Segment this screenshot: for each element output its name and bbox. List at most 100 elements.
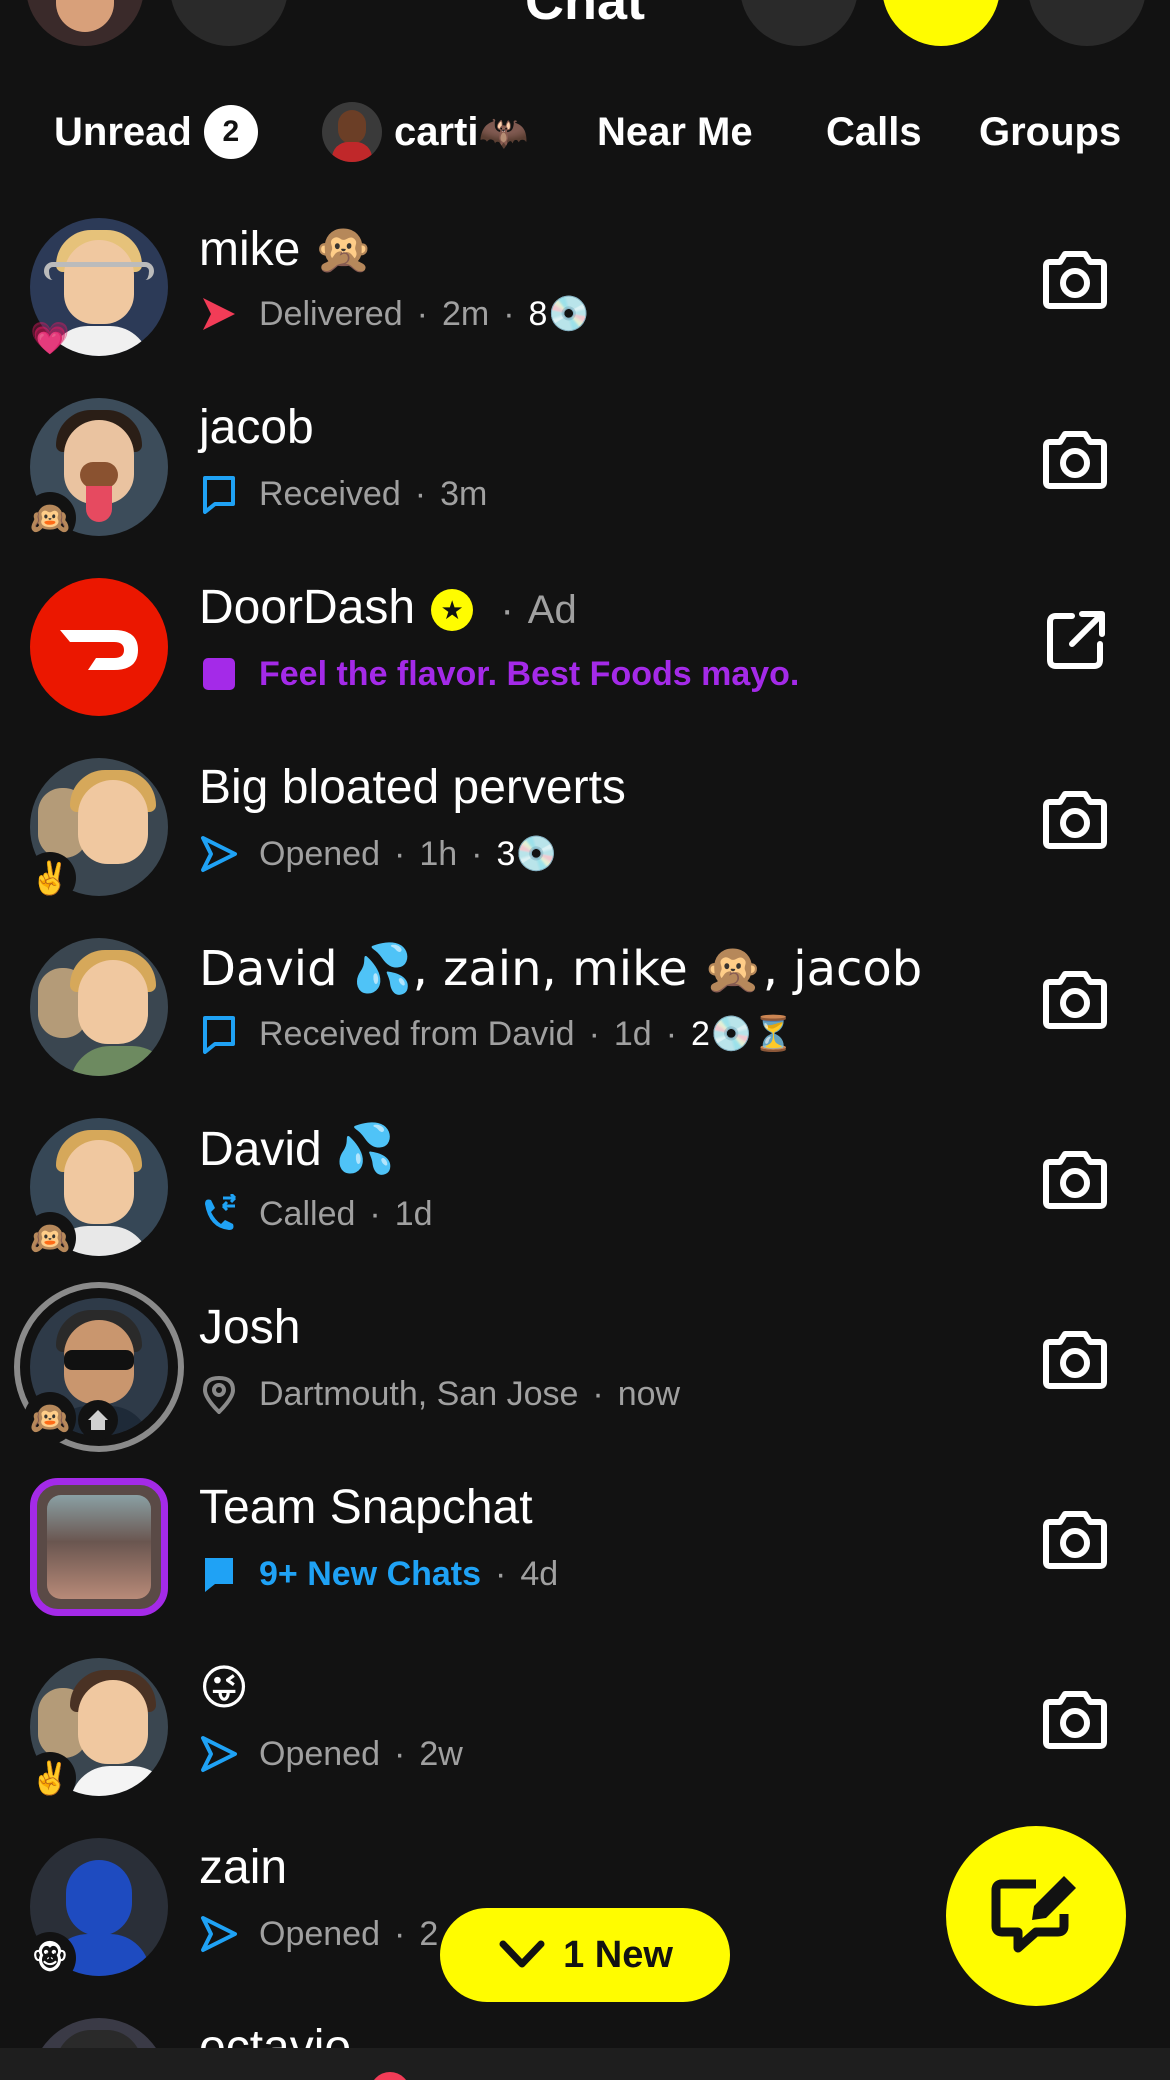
avatar[interactable]: 🙉 — [14, 1282, 184, 1452]
tab-calls[interactable]: Calls — [826, 96, 922, 168]
avatar[interactable]: ✌️ — [24, 1658, 168, 1804]
received-chat-icon — [199, 474, 239, 514]
camera-icon — [1043, 1511, 1107, 1569]
chat-name: zain — [199, 1841, 288, 1894]
chat-status: Feel the flavor. Best Foods mayo. — [199, 652, 799, 696]
new-chat-filled-icon — [199, 1554, 239, 1594]
avatar[interactable]: 💗 — [30, 218, 168, 357]
camera-reply-button[interactable] — [1040, 250, 1110, 310]
chat-status: Delivered · 2m · 8 💿 — [199, 292, 590, 336]
camera-reply-button[interactable] — [1040, 1510, 1110, 1570]
call-icon — [199, 1194, 239, 1234]
camera-icon — [1043, 1331, 1107, 1389]
avatar[interactable]: 🙉 — [24, 398, 168, 544]
opened-arrow-icon — [199, 834, 239, 874]
received-chat-icon — [199, 1014, 239, 1054]
new-pill-label: 1 New — [563, 1933, 673, 1976]
camera-reply-button[interactable] — [1040, 1690, 1110, 1750]
chat-status: Received · 3m — [199, 472, 487, 516]
tab-near-me[interactable]: Near Me — [597, 96, 753, 168]
chat-name: mike 🙊 — [199, 221, 374, 277]
camera-icon — [1043, 1691, 1107, 1749]
new-chat-button[interactable] — [946, 1826, 1126, 2006]
external-link-icon — [1047, 611, 1105, 669]
chat-filter-tabs: Unread 2 carti 🦇 Near Me Calls Groups — [0, 96, 1170, 168]
friend-emoji: 🙉 — [24, 492, 76, 544]
location-pin-icon — [199, 1374, 239, 1414]
chat-screen: Chat Unread 2 carti � — [0, 0, 1170, 2080]
chat-row-josh[interactable]: 🙉 Josh Dartmouth, San Jose · now — [0, 1270, 1170, 1452]
new-messages-pill[interactable]: 1 New — [440, 1908, 730, 2002]
chat-status: Called · 1d — [199, 1192, 433, 1236]
add-friend-button[interactable] — [882, 0, 1000, 46]
avatar[interactable] — [30, 1478, 168, 1616]
tab-carti[interactable]: carti 🦇 — [322, 96, 528, 168]
opened-arrow-icon — [199, 1914, 239, 1954]
chat-status: Opened · 2 — [199, 1912, 438, 1956]
bat-emoji: 🦇 — [478, 109, 529, 156]
chat-row-team-snapchat[interactable]: Team Snapchat 9+ New Chats · 4d — [0, 1450, 1170, 1630]
chat-row-mike[interactable]: 💗 mike 🙊 Delivered · 2m · 8 💿 — [0, 190, 1170, 370]
camera-reply-button[interactable] — [1040, 1330, 1110, 1390]
chevron-down-icon — [499, 1940, 545, 1968]
compose-icon — [991, 1876, 1076, 1953]
add-friend-icon — [882, 0, 1000, 46]
chat-status: Opened · 2w — [199, 1732, 463, 1776]
camera-reply-button[interactable] — [1040, 430, 1110, 490]
chat-row-big-bloated-perverts[interactable]: ✌️ Big bloated perverts Opened · 1h · 3 💿 — [0, 730, 1170, 910]
chat-row-david[interactable]: 🙉 David 💦 Called · 1d — [0, 1090, 1170, 1270]
chat-name: Big bloated perverts — [199, 761, 626, 814]
chat-name: David 💦 — [199, 1121, 395, 1177]
chat-row-doordash-ad[interactable]: DoorDash ★ · Ad Feel the flavor. Best Food… — [0, 550, 1170, 730]
bottom-nav-bar — [0, 2048, 1170, 2080]
chat-row-jacob[interactable]: 🙉 jacob Received · 3m — [0, 370, 1170, 550]
chat-name: Josh — [199, 1301, 301, 1354]
avatar[interactable] — [30, 578, 168, 716]
camera-icon — [1043, 431, 1107, 489]
friend-emoji: ✌️ — [24, 852, 76, 904]
ad-square-icon — [199, 654, 239, 694]
top-bar: Chat — [0, 0, 1170, 60]
unread-count-badge: 2 — [203, 105, 258, 159]
chat-row-wink-emoji[interactable]: ✌️ 😜 Opened · 2w — [0, 1630, 1170, 1810]
friend-emoji: 💗 — [30, 319, 70, 357]
notifications-button[interactable] — [740, 0, 858, 46]
chat-name: David 💦, zain, mike 🙊, jacob — [199, 941, 923, 997]
friend-emoji: 🙉 — [24, 1392, 76, 1444]
avatar[interactable]: 🙉 — [24, 1118, 168, 1264]
tab-groups[interactable]: Groups — [979, 96, 1121, 168]
chat-name: jacob — [199, 401, 314, 454]
delivered-arrow-icon — [199, 294, 239, 334]
chat-status: Received from David · 1d · 2 💿⏳ — [199, 1012, 795, 1056]
camera-icon — [1043, 1151, 1107, 1209]
chat-status: 9+ New Chats · 4d — [199, 1552, 558, 1596]
tab-label: Calls — [826, 109, 922, 154]
friend-emoji: 🐵 — [24, 1932, 76, 1984]
avatar[interactable]: 🐵 — [24, 1838, 168, 1984]
tab-label: Groups — [979, 109, 1122, 154]
doordash-logo-icon — [60, 630, 138, 670]
camera-reply-button[interactable] — [1040, 1150, 1110, 1210]
chat-row-group-david-zain-mike-jacob[interactable]: David 💦, zain, mike 🙊, jacob Received fr… — [0, 910, 1170, 1090]
friend-emoji: 🙉 — [24, 1212, 76, 1264]
verified-star-icon: ★ — [431, 589, 474, 632]
tab-label: Unread — [54, 109, 192, 154]
ad-label: Ad — [527, 588, 577, 632]
chat-name: 😜 — [199, 1660, 250, 1716]
camera-reply-button[interactable] — [1040, 790, 1110, 850]
more-options-button[interactable] — [1028, 0, 1146, 46]
avatar[interactable]: ✌️ — [24, 758, 168, 904]
avatar — [322, 102, 382, 162]
bell-icon — [740, 0, 858, 46]
story-thumbnail[interactable] — [30, 1478, 168, 1616]
tab-unread[interactable]: Unread 2 — [54, 96, 258, 168]
open-external-link-button[interactable] — [1044, 608, 1108, 672]
camera-icon — [1043, 791, 1107, 849]
friend-emoji: ✌️ — [24, 1752, 76, 1804]
chat-name: DoorDash ★ · Ad — [199, 581, 577, 634]
avatar[interactable] — [30, 938, 168, 1076]
tab-label: carti — [394, 109, 479, 154]
home-icon — [78, 1400, 118, 1440]
camera-reply-button[interactable] — [1040, 970, 1110, 1030]
tab-label: Near Me — [597, 109, 753, 154]
